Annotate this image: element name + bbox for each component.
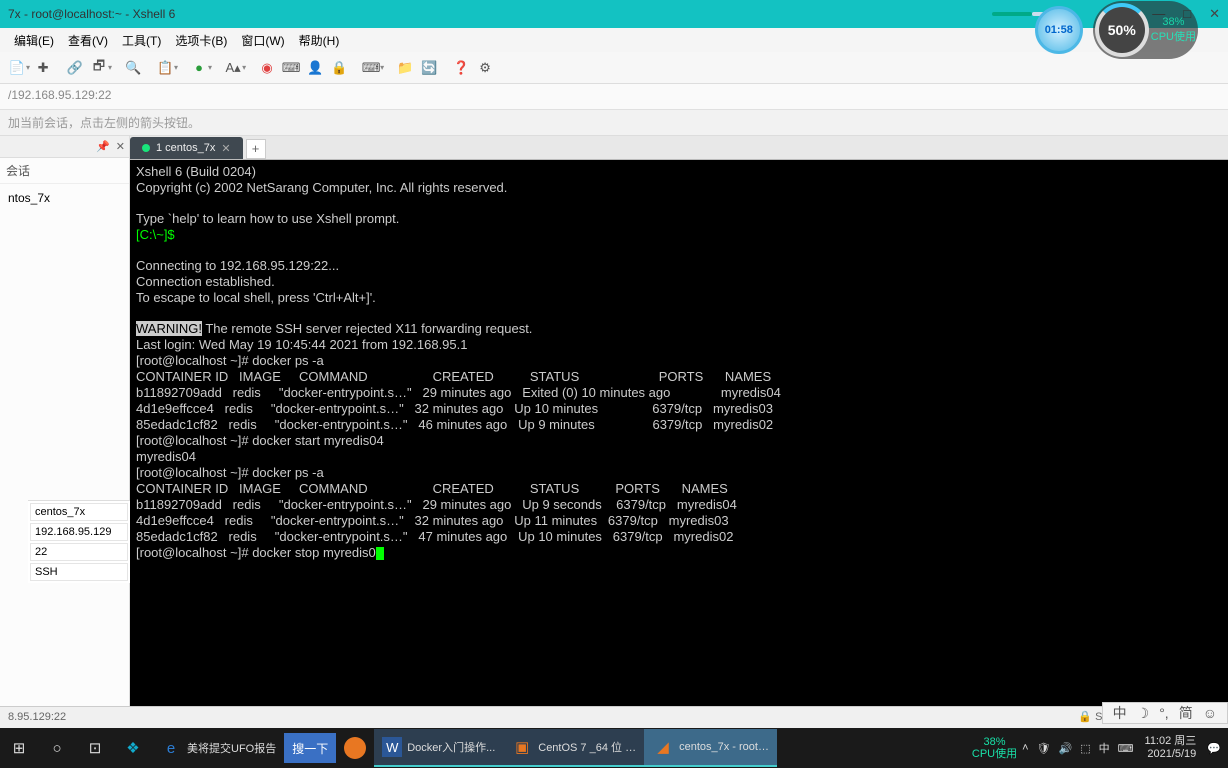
close-sidebar-icon[interactable]: ✕: [116, 140, 125, 153]
system-tray: 38%CPU使用 ˄ 🛡 🔊 ⬚ 中 ⌨ 11:02 周三2021/5/19 💬: [972, 735, 1228, 761]
info-bar: 加当前会话，点击左侧的箭头按钮。: [0, 110, 1228, 136]
tray-shield-icon[interactable]: 🛡: [1034, 742, 1054, 755]
menu-edit[interactable]: 编辑(E): [8, 30, 60, 51]
status-host: 8.95.129:22: [8, 711, 66, 723]
menu-window[interactable]: 窗口(W): [235, 30, 290, 51]
macro-button[interactable]: ◉: [256, 57, 278, 79]
session-tree: ntos_7x: [0, 184, 129, 706]
cortana-button[interactable]: ○: [38, 729, 76, 767]
status-dot-icon: [142, 144, 150, 152]
menu-tools[interactable]: 工具(T): [116, 30, 167, 51]
ie-task[interactable]: e美将提交UFO报告: [152, 729, 284, 767]
cpu-widget: 50%: [1095, 3, 1149, 57]
tab-label: 1 centos_7x: [156, 142, 215, 154]
main-pane: 1 centos_7x ✕ + Xshell 6 (Build 0204) Co…: [130, 136, 1228, 706]
session-sidebar: 📌 ✕ 会话 ntos_7x centos_7x 192.168.95.129 …: [0, 136, 130, 706]
status-bar: 8.95.129:22 🔒 SSH2 xterm ↕ 162x35: [0, 706, 1228, 726]
session-node[interactable]: ntos_7x: [0, 188, 129, 208]
tray-speaker-icon[interactable]: 🔊: [1056, 742, 1076, 755]
help-button[interactable]: ❓: [450, 57, 472, 79]
copy-button[interactable]: 📋: [154, 57, 176, 79]
tray-clock[interactable]: 11:02 周三2021/5/19: [1139, 735, 1203, 761]
ime-punct[interactable]: °,: [1159, 705, 1169, 721]
sidebar-header: 📌 ✕: [0, 136, 129, 158]
address-bar[interactable]: /192.168.95.129:22: [0, 84, 1228, 110]
new-button[interactable]: 📄: [6, 57, 28, 79]
terminal[interactable]: Xshell 6 (Build 0204) Copyright (c) 2002…: [130, 160, 1228, 706]
user-button[interactable]: 👤: [304, 57, 326, 79]
tray-ime-icon[interactable]: 中: [1096, 740, 1113, 756]
settings-button[interactable]: ⚙: [474, 57, 496, 79]
open-button[interactable]: ✚: [32, 57, 54, 79]
key-button[interactable]: ⌨: [280, 57, 302, 79]
ime-bar[interactable]: 中 ☽ °, 简 ☺: [1102, 702, 1228, 724]
lock-button[interactable]: 🔒: [328, 57, 350, 79]
menu-tabs[interactable]: 选项卡(B): [169, 30, 233, 51]
detail-host: 192.168.95.129: [30, 523, 128, 541]
start-button[interactable]: ⊞: [0, 729, 38, 767]
cpu-label: 38% CPU使用: [1151, 16, 1196, 44]
word-task[interactable]: WDocker入门操作...: [374, 729, 503, 767]
keyboard-button[interactable]: ⌨: [360, 57, 382, 79]
menu-view[interactable]: 查看(V): [62, 30, 114, 51]
search-button[interactable]: 🔍: [122, 57, 144, 79]
cursor: [376, 547, 384, 560]
tab-add-button[interactable]: +: [246, 139, 266, 159]
folder-button[interactable]: 📁: [394, 57, 416, 79]
detail-port: 22: [30, 543, 128, 561]
xshell-task[interactable]: ◢centos_7x - root…: [644, 729, 777, 767]
detail-proto: SSH: [30, 563, 128, 581]
font-button[interactable]: A▴: [222, 57, 244, 79]
tray-notif-icon[interactable]: 💬: [1204, 742, 1224, 755]
tab-strip: 1 centos_7x ✕ +: [130, 136, 1228, 160]
360-button[interactable]: ❖: [114, 729, 152, 767]
uc-task[interactable]: [336, 729, 374, 767]
detail-name: centos_7x: [30, 503, 128, 521]
ime-jian[interactable]: 简: [1179, 703, 1193, 723]
overlay-widgets: 01:58 50% 38% CPU使用: [1035, 0, 1228, 60]
ime-moon-icon[interactable]: ☽: [1137, 705, 1150, 722]
menu-help[interactable]: 帮助(H): [293, 30, 346, 51]
tray-kb-icon[interactable]: ⌨: [1115, 742, 1137, 755]
ime-smile-icon[interactable]: ☺: [1203, 705, 1217, 721]
tray-up-icon[interactable]: ˄: [1019, 742, 1031, 754]
reconnect-button[interactable]: 🔗: [64, 57, 86, 79]
workspace: 📌 ✕ 会话 ntos_7x centos_7x 192.168.95.129 …: [0, 136, 1228, 706]
disconnect-button[interactable]: 🗗: [88, 57, 110, 79]
color-button[interactable]: ●: [188, 57, 210, 79]
taskbar: ⊞ ○ ⊡ ❖ e美将提交UFO报告 搜一下 WDocker入门操作... ▣C…: [0, 728, 1228, 768]
ime-zh[interactable]: 中: [1113, 703, 1127, 723]
session-label: 会话: [0, 158, 129, 184]
session-details: centos_7x 192.168.95.129 22 SSH: [28, 500, 130, 583]
tray-net-icon[interactable]: ⬚: [1077, 742, 1093, 755]
window-title: 7x - root@localhost:~ - Xshell 6: [8, 7, 992, 21]
taskbar-search[interactable]: 搜一下: [284, 733, 336, 763]
tab-centos7x[interactable]: 1 centos_7x ✕: [130, 137, 243, 159]
tray-cpu[interactable]: 38%CPU使用: [972, 736, 1017, 760]
sync-button[interactable]: 🔄: [418, 57, 440, 79]
vm-task[interactable]: ▣CentOS 7 _64 位 …: [503, 729, 644, 767]
taskview-button[interactable]: ⊡: [76, 729, 114, 767]
tab-close-icon[interactable]: ✕: [221, 142, 230, 155]
clock-widget: 01:58: [1035, 6, 1083, 54]
pin-icon[interactable]: 📌: [96, 140, 110, 153]
